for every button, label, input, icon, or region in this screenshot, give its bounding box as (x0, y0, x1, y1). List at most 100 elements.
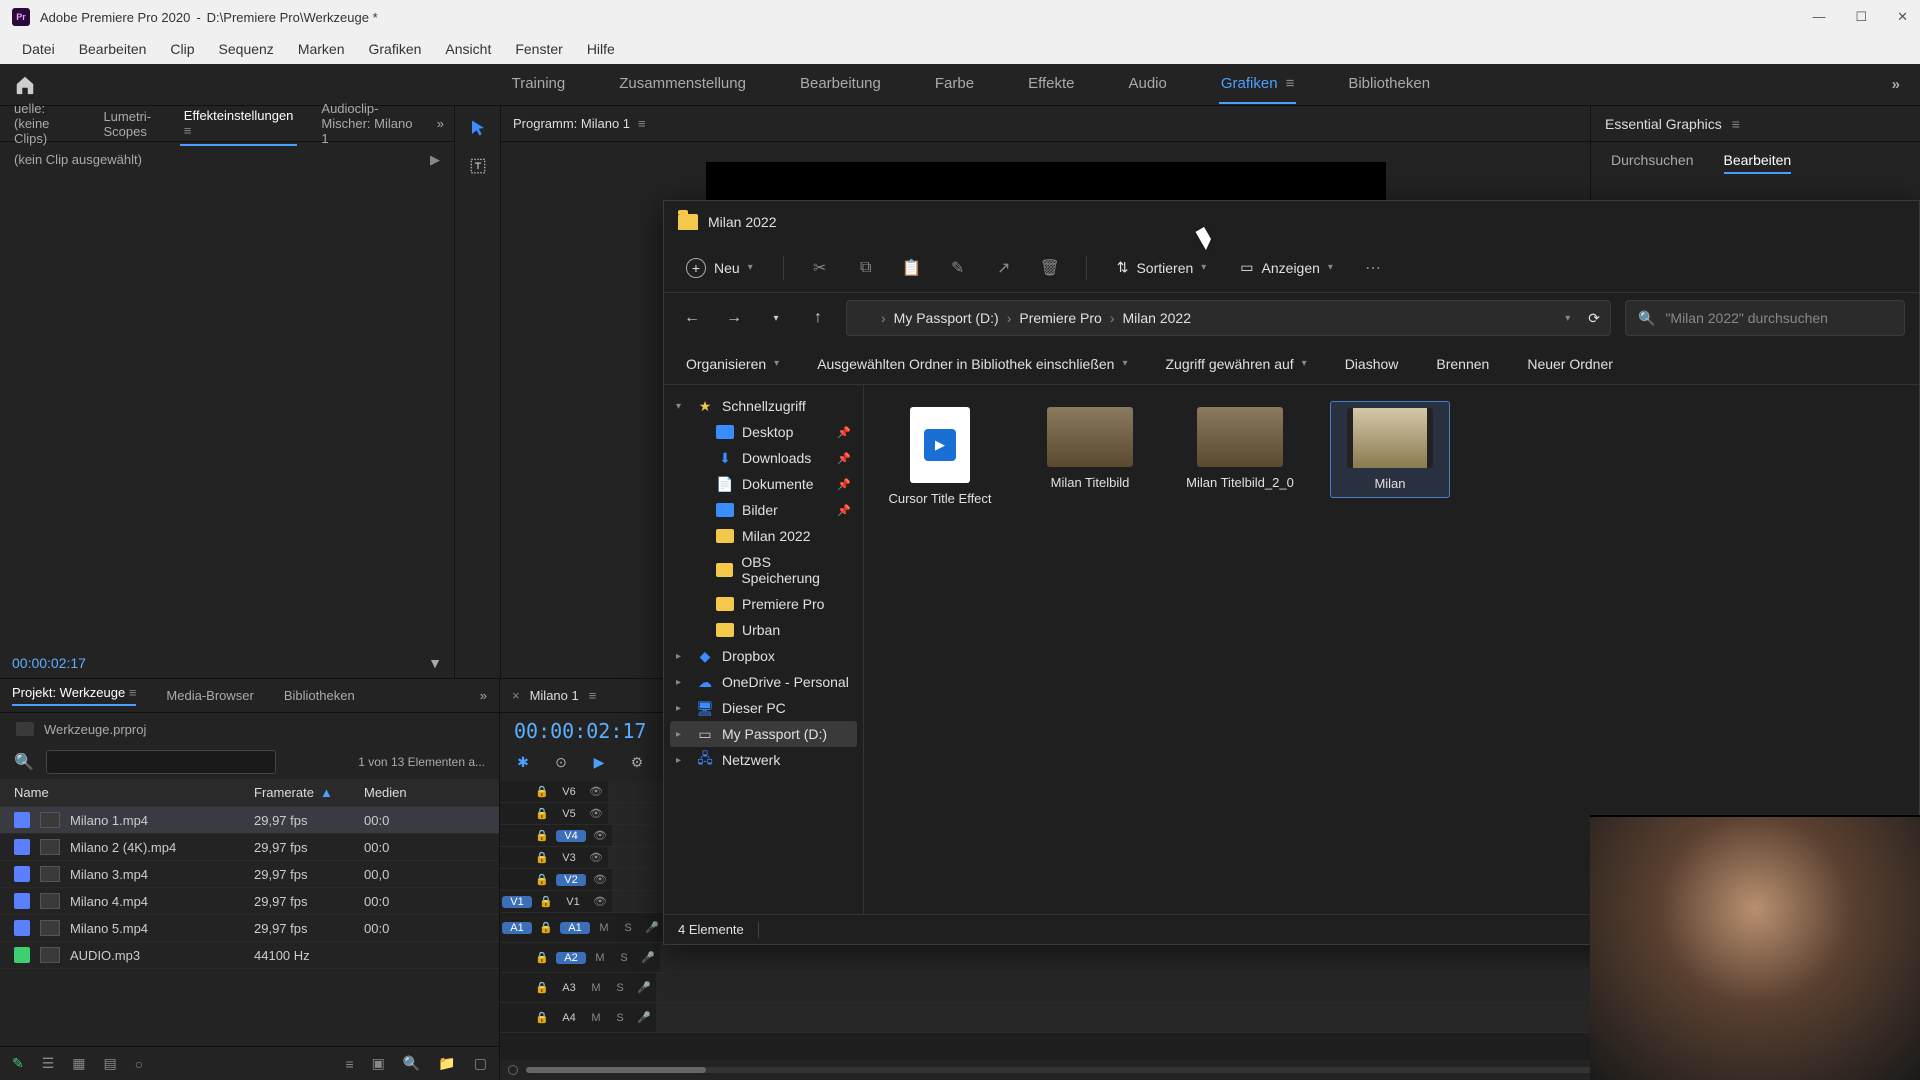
more-icon[interactable]: ⋯ (1363, 258, 1383, 278)
up-button[interactable]: ↑ (804, 304, 832, 332)
timeline-close-icon[interactable]: × (512, 688, 520, 703)
ws-editing[interactable]: Bearbeitung (798, 65, 883, 104)
tree-premiere[interactable]: Premiere Pro (690, 591, 857, 617)
tree-thispc[interactable]: ▸🖥Dieser PC (670, 695, 857, 721)
home-button[interactable] (0, 74, 50, 96)
new-folder-button[interactable]: Neuer Ordner (1523, 350, 1617, 378)
list-view-icon[interactable]: ☰ (42, 1055, 55, 1072)
share-icon[interactable]: ↗ (994, 258, 1014, 278)
eg-tab-edit[interactable]: Bearbeiten (1724, 152, 1792, 174)
ws-libraries[interactable]: Bibliotheken (1346, 65, 1432, 104)
tab-libraries[interactable]: Bibliotheken (284, 688, 355, 703)
eg-tab-browse[interactable]: Durchsuchen (1611, 152, 1694, 174)
icon-view-icon[interactable]: ▦ (72, 1055, 85, 1072)
tab-lumetri[interactable]: Lumetri-Scopes (99, 103, 159, 145)
snap-icon[interactable]: ✱ (514, 753, 532, 771)
tree-pictures[interactable]: Bilder📌 (690, 497, 857, 523)
file-item[interactable]: Milan (1330, 401, 1450, 498)
ws-effects[interactable]: Effekte (1026, 65, 1076, 104)
source-tabs-more[interactable]: » (437, 116, 444, 131)
col-framerate[interactable]: Framerate ▲ (254, 785, 364, 800)
freeform-view-icon[interactable]: ▤ (104, 1055, 117, 1072)
automate-icon[interactable]: ▣ (372, 1055, 385, 1072)
ws-audio[interactable]: Audio (1126, 65, 1168, 104)
tree-urban[interactable]: Urban (690, 617, 857, 643)
crumb-drive[interactable]: My Passport (D:) (894, 310, 999, 326)
project-row[interactable]: Milano 3.mp429,97 fps00,0 (0, 861, 499, 888)
cut-icon[interactable]: ✂ (810, 258, 830, 278)
menu-hilfe[interactable]: Hilfe (575, 37, 627, 61)
ws-menu-icon[interactable]: ≡ (1286, 75, 1295, 92)
project-row[interactable]: Milano 1.mp429,97 fps00:0 (0, 807, 499, 834)
tab-project[interactable]: Projekt: Werkzeuge ≡ (12, 685, 136, 706)
project-search-input[interactable] (46, 750, 276, 774)
maximize-button[interactable]: ☐ (1855, 9, 1867, 25)
menu-fenster[interactable]: Fenster (503, 37, 574, 61)
selection-tool-icon[interactable] (464, 114, 492, 142)
sort-icon[interactable]: ≡ (345, 1056, 353, 1072)
view-button[interactable]: ▭Anzeigen▾ (1236, 253, 1337, 282)
proj-tabs-more[interactable]: » (480, 688, 487, 703)
include-library-button[interactable]: Ausgewählten Ordner in Bibliothek einsch… (813, 350, 1131, 378)
project-row[interactable]: Milano 5.mp429,97 fps00:0 (0, 915, 499, 942)
delete-icon[interactable]: 🗑 (1040, 258, 1060, 278)
linked-selection-icon[interactable]: ⊙ (552, 753, 570, 771)
sort-button[interactable]: ⇅Sortieren▾ (1113, 253, 1211, 282)
new-button[interactable]: +Neu▾ (682, 252, 757, 284)
explorer-titlebar[interactable]: Milan 2022 (664, 201, 1919, 243)
tree-desktop[interactable]: Desktop📌 (690, 419, 857, 445)
crumb-milan[interactable]: Milan 2022 (1123, 310, 1192, 326)
share-with-button[interactable]: Zugriff gewähren auf ▾ (1162, 350, 1311, 378)
program-monitor[interactable] (706, 162, 1386, 202)
slideshow-button[interactable]: Diashow (1341, 350, 1403, 378)
tab-effect-controls[interactable]: Effekteinstellungen ≡ (180, 102, 298, 146)
ws-color[interactable]: Farbe (933, 65, 976, 104)
menu-ansicht[interactable]: Ansicht (433, 37, 503, 61)
project-row[interactable]: Milano 4.mp429,97 fps00:0 (0, 888, 499, 915)
menu-bearbeiten[interactable]: Bearbeiten (67, 37, 159, 61)
address-bar[interactable]: › My Passport (D:) › Premiere Pro › Mila… (846, 300, 1611, 336)
sequence-name[interactable]: Milano 1 (530, 688, 579, 703)
filter-icon[interactable]: ▼ (428, 655, 442, 671)
close-button[interactable]: ✕ (1897, 9, 1908, 25)
file-item[interactable]: Milan Titelbild (1030, 401, 1150, 496)
program-menu-icon[interactable]: ≡ (638, 116, 646, 131)
tree-dropbox[interactable]: ▸◆Dropbox (670, 643, 857, 669)
zoom-slider-icon[interactable]: ○ (135, 1056, 143, 1072)
ws-graphics[interactable]: Grafiken≡ (1219, 65, 1296, 104)
tree-documents[interactable]: 📄Dokumente📌 (690, 471, 857, 497)
organize-button[interactable]: Organisieren ▾ (682, 350, 783, 378)
noclip-expand-icon[interactable]: ▶ (430, 152, 440, 168)
paste-icon[interactable]: 📋 (902, 258, 922, 278)
explorer-search[interactable]: 🔍 "Milan 2022" durchsuchen (1625, 300, 1905, 336)
ws-assembly[interactable]: Zusammenstellung (617, 65, 748, 104)
col-media[interactable]: Medien (364, 785, 444, 800)
menu-marken[interactable]: Marken (286, 37, 357, 61)
tree-obs[interactable]: OBS Speicherung (690, 549, 857, 591)
menu-datei[interactable]: Datei (10, 37, 67, 61)
tree-downloads[interactable]: ⬇Downloads📌 (690, 445, 857, 471)
menu-grafiken[interactable]: Grafiken (357, 37, 434, 61)
zoom-out-icon[interactable] (508, 1065, 518, 1075)
file-item[interactable]: ▶Cursor Title Effect (880, 401, 1000, 512)
tree-quick-access[interactable]: ▾★Schnellzugriff (670, 393, 857, 419)
timeline-menu-icon[interactable]: ≡ (589, 688, 597, 703)
recent-dropdown[interactable]: ▾ (762, 304, 790, 332)
text-tool-icon[interactable] (464, 152, 492, 180)
new-item-icon[interactable]: ▢ (474, 1055, 487, 1072)
copy-icon[interactable]: ⧉ (856, 258, 876, 278)
pencil-icon[interactable]: ✎ (12, 1055, 24, 1072)
marker-icon[interactable]: ▶ (590, 753, 608, 771)
tree-passport[interactable]: ▸▭My Passport (D:) (670, 721, 857, 747)
menu-clip[interactable]: Clip (158, 37, 206, 61)
tree-milan[interactable]: Milan 2022 (690, 523, 857, 549)
minimize-button[interactable]: — (1812, 9, 1825, 25)
project-row[interactable]: AUDIO.mp344100 Hz (0, 942, 499, 969)
crumb-premiere[interactable]: Premiere Pro (1019, 310, 1101, 326)
col-name[interactable]: Name (14, 785, 254, 800)
ws-training[interactable]: Training (510, 65, 568, 104)
burn-button[interactable]: Brennen (1432, 350, 1493, 378)
menu-sequenz[interactable]: Sequenz (207, 37, 286, 61)
addr-dropdown-icon[interactable]: ▾ (1565, 313, 1570, 324)
refresh-icon[interactable]: ⟳ (1588, 310, 1600, 327)
